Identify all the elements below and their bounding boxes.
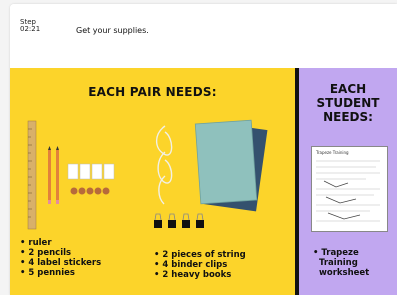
pencils-icon (48, 146, 59, 204)
string-icon (155, 125, 173, 205)
student-title-line: EACH (329, 82, 367, 96)
list-item: • 4 label stickers (20, 258, 102, 268)
worksheet-lines-icon (316, 160, 380, 222)
student-supplies-panel: EACH STUDENT NEEDS: Trapeze Training • T… (299, 68, 397, 295)
list-item: • 5 pennies (20, 268, 75, 278)
list-item: • Trapeze (313, 248, 359, 258)
pair-list-left: • ruler • 2 pencils • 4 label stickers •… (20, 238, 101, 278)
label-stickers-icon (67, 163, 115, 180)
binder-clips-icon (154, 213, 204, 228)
list-item: • 2 pieces of string (154, 250, 246, 260)
student-list: • Trapeze Training worksheet (313, 248, 369, 278)
ruler-icon (27, 120, 37, 230)
step-timer: 02:21 (20, 25, 41, 33)
list-item: • ruler (20, 238, 52, 248)
list-item: worksheet (319, 268, 370, 278)
pair-panel-title: EACH PAIR NEEDS: (88, 85, 217, 99)
list-item: Training (319, 258, 358, 268)
student-title-line: NEEDS: (323, 110, 373, 124)
worksheet-image: Trapeze Training (311, 146, 388, 232)
pair-list-middle: • 2 pieces of string • 4 binder clips • … (154, 250, 246, 280)
student-panel-title: EACH STUDENT NEEDS: (299, 82, 397, 124)
list-item: • 2 pencils (20, 248, 72, 258)
pennies-icon (70, 187, 110, 195)
header: Step 02:21 Get your supplies. (10, 4, 397, 68)
worksheet-title: Trapeze Training (316, 150, 349, 155)
pair-supplies-panel: EACH PAIR NEEDS: • ruler • 2 pencils • 4… (10, 68, 295, 295)
student-title-line: STUDENT (316, 96, 380, 110)
slide: Step 02:21 Get your supplies. EACH PAIR … (10, 4, 397, 295)
list-item: • 4 binder clips (154, 260, 228, 270)
step-title: Get your supplies. (76, 26, 149, 35)
list-item: • 2 heavy books (154, 270, 232, 280)
heavy-books-icon (194, 119, 268, 212)
